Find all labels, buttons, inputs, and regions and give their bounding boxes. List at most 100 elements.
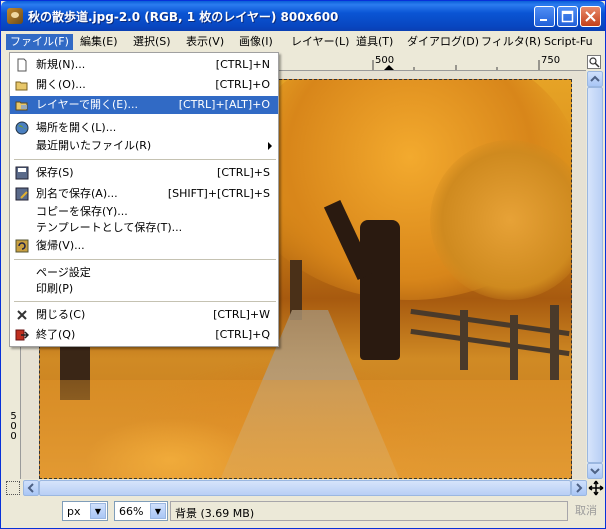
file-menu-item-revert[interactable]: 復帰(V)... <box>10 237 278 255</box>
chevron-down-icon: ▼ <box>90 503 106 519</box>
save-icon <box>15 166 29 180</box>
vertical-scrollbar[interactable] <box>587 71 603 479</box>
menu-dialogs[interactable]: ダイアログ(D) <box>403 34 483 50</box>
navigate-move-button[interactable] <box>588 480 604 496</box>
scroll-left-button[interactable] <box>23 480 39 496</box>
window-title: 秋の散歩道.jpg-2.0 (RGB, 1 枚のレイヤー) 800x600 <box>28 10 339 24</box>
file-menu-dropdown: 新規(N)... [CTRL]+N 開く(O)... [CTRL]+O レイヤー… <box>9 52 279 347</box>
move-cross-icon <box>588 480 604 496</box>
scroll-down-button[interactable] <box>587 463 603 479</box>
fence-post-2 <box>510 315 518 380</box>
zoom-value: 66% <box>119 505 144 518</box>
menu-shortcut: [SHIFT]+[CTRL]+S <box>167 187 270 200</box>
fallen-leaves-foreground <box>40 380 571 478</box>
file-menu-item-open[interactable]: 開く(O)... [CTRL]+O <box>10 76 278 94</box>
arrow-right-icon <box>576 483 583 493</box>
cancel-button[interactable]: 取消 <box>570 501 602 521</box>
globe-icon <box>15 121 29 135</box>
menu-view[interactable]: 表示(V) <box>182 34 228 50</box>
menu-shortcut: [CTRL]+O <box>215 78 270 91</box>
submenu-arrow-icon <box>268 142 272 150</box>
menu-edit[interactable]: 編集(E) <box>76 34 122 50</box>
zoom-select[interactable]: 66% ▼ <box>114 501 168 521</box>
arrow-up-icon <box>590 75 600 82</box>
vertical-ruler-label: 500 <box>8 411 19 441</box>
ruler-label-750: 750 <box>541 55 561 66</box>
menu-tools[interactable]: 道具(T) <box>352 34 397 50</box>
image-window: 秋の散歩道.jpg-2.0 (RGB, 1 枚のレイヤー) 800x600 ファ… <box>0 0 606 529</box>
magnifier-icon <box>589 57 600 68</box>
revert-icon <box>15 239 29 253</box>
menu-label: 保存(S) <box>36 166 74 179</box>
menu-label: 復帰(V)... <box>36 239 85 252</box>
vertical-scroll-thumb[interactable] <box>587 87 603 463</box>
file-menu-item-quit[interactable]: 終了(Q) [CTRL]+Q <box>10 326 278 344</box>
status-message: 背景 (3.69 MB) <box>170 501 568 521</box>
chevron-down-icon: ▼ <box>150 503 166 519</box>
menu-separator <box>14 159 276 160</box>
quit-icon <box>15 329 29 341</box>
minimize-icon <box>540 19 547 21</box>
arrow-down-icon <box>590 468 600 475</box>
open-folder-icon <box>15 81 28 91</box>
ruler-label-500: 500 <box>375 55 395 66</box>
horizontal-scrollbar[interactable] <box>23 480 587 496</box>
menu-label: 場所を開く(L)... <box>36 121 117 134</box>
zoom-navigate-button[interactable] <box>587 55 601 69</box>
menu-filters[interactable]: フィルタ(R) <box>477 34 545 50</box>
close-window-icon <box>585 11 596 22</box>
menu-label: レイヤーで開く(E)... <box>36 98 139 111</box>
unit-select[interactable]: px ▼ <box>62 501 108 521</box>
gimp-app-icon[interactable] <box>7 8 23 24</box>
close-icon <box>17 310 27 320</box>
fence-post-1 <box>460 310 468 370</box>
file-menu-item-save-as[interactable]: 別名で保存(A)... [SHIFT]+[CTRL]+S <box>10 185 278 203</box>
menu-shortcut: [CTRL]+S <box>217 166 270 179</box>
menu-separator <box>14 301 276 302</box>
maximize-icon <box>561 10 574 23</box>
menu-label: 終了(Q) <box>36 328 76 341</box>
close-window-button[interactable] <box>580 6 601 27</box>
file-menu-item-save[interactable]: 保存(S) [CTRL]+S <box>10 164 278 182</box>
minimize-button[interactable] <box>534 6 555 27</box>
menu-select[interactable]: 選択(S) <box>129 34 175 50</box>
scroll-up-button[interactable] <box>587 71 603 87</box>
menu-label: 開く(O)... <box>36 78 86 91</box>
maximize-button[interactable] <box>557 6 578 27</box>
menu-script-fu[interactable]: Script-Fu <box>540 34 597 50</box>
ruler-label-v500: 500 <box>8 411 19 444</box>
menu-bar: ファイル(F) 編集(E) 選択(S) 表示(V) 画像(I) レイヤー(L) … <box>4 32 604 52</box>
file-menu-item-print[interactable]: 印刷(P) <box>10 280 278 298</box>
save-as-icon <box>15 187 29 201</box>
menu-layer[interactable]: レイヤー(L) <box>287 34 353 50</box>
file-menu-item-new[interactable]: 新規(N)... [CTRL]+N <box>10 56 278 74</box>
file-menu-item-recent[interactable]: 最近開いたファイル(R) <box>10 137 278 155</box>
arrow-left-icon <box>27 483 34 493</box>
horizontal-scroll-thumb[interactable] <box>39 480 571 496</box>
quick-mask-toggle[interactable] <box>6 481 20 495</box>
fence-post-3 <box>550 305 559 380</box>
layer-info-text: 背景 (3.69 MB) <box>175 507 255 520</box>
file-menu-item-open-location[interactable]: 場所を開く(L)... <box>10 119 278 137</box>
menu-label: 別名で保存(A)... <box>36 187 118 200</box>
menu-shortcut: [CTRL]+Q <box>215 328 270 341</box>
menu-label: 閉じる(C) <box>36 308 86 321</box>
scroll-right-button[interactable] <box>571 480 587 496</box>
menu-label: 印刷(P) <box>36 282 74 295</box>
file-menu-item-save-template[interactable]: テンプレートとして保存(T)... <box>10 219 278 237</box>
menu-separator <box>14 259 276 260</box>
menu-label: 新規(N)... <box>36 58 86 71</box>
menu-label: テンプレートとして保存(T)... <box>36 221 183 234</box>
menu-label: 最近開いたファイル(R) <box>36 139 152 152</box>
file-menu-item-close[interactable]: 閉じる(C) [CTRL]+W <box>10 306 278 324</box>
tree-trunk-large <box>360 220 400 360</box>
file-menu-item-open-as-layer[interactable]: レイヤーで開く(E)... [CTRL]+[ALT]+O <box>10 96 278 114</box>
new-document-icon <box>17 58 27 72</box>
menu-file[interactable]: ファイル(F) <box>6 34 73 50</box>
title-bar[interactable]: 秋の散歩道.jpg-2.0 (RGB, 1 枚のレイヤー) 800x600 <box>1 1 605 31</box>
menu-image[interactable]: 画像(I) <box>235 34 277 50</box>
menu-shortcut: [CTRL]+W <box>213 308 270 321</box>
status-bar: px ▼ 66% ▼ 背景 (3.69 MB) 取消 <box>4 498 604 526</box>
menu-shortcut: [CTRL]+[ALT]+O <box>178 98 270 111</box>
unit-value: px <box>67 505 81 518</box>
